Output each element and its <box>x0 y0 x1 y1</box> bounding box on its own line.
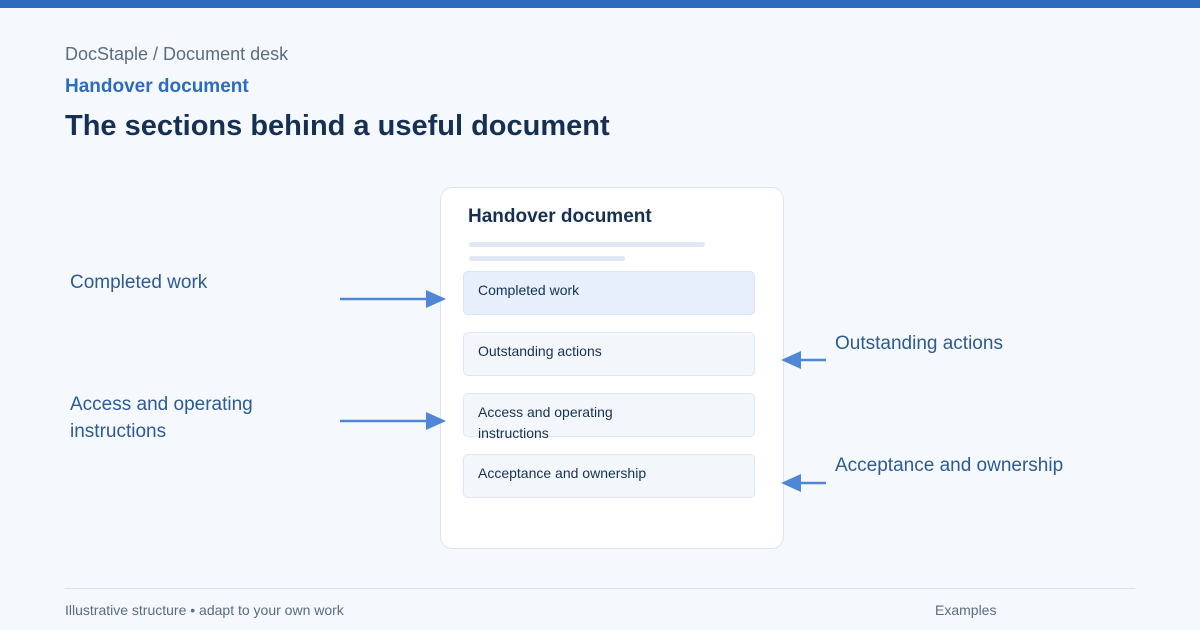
section-label: Outstanding actions <box>478 343 602 359</box>
arrow-acceptance-ownership <box>781 474 826 492</box>
placeholder-line <box>469 242 705 247</box>
section-access-instructions: Access and operating instructions <box>463 393 755 441</box>
page-title: The sections behind a useful document <box>65 110 610 142</box>
placeholder-line <box>469 256 625 261</box>
top-accent-bar <box>0 0 1200 8</box>
eyebrow-label: Handover document <box>65 76 249 97</box>
arrow-outstanding-actions <box>781 351 826 369</box>
callout-outstanding-actions: Outstanding actions <box>835 333 1003 354</box>
section-outstanding-actions: Outstanding actions <box>463 332 755 376</box>
callout-acceptance-ownership: Acceptance and ownership <box>835 455 1064 476</box>
footer-note: Illustrative structure • adapt to your o… <box>65 602 344 618</box>
section-label: Access and operating instructions <box>478 404 613 441</box>
section-acceptance-ownership: Acceptance and ownership <box>463 454 755 498</box>
section-completed-work: Completed work <box>463 271 755 315</box>
document-title: Handover document <box>468 206 652 227</box>
callout-completed-work: Completed work <box>70 272 208 293</box>
section-label: Completed work <box>478 282 580 298</box>
footer-divider <box>65 588 1135 589</box>
arrow-access-instructions <box>340 412 446 430</box>
footer-examples-link[interactable]: Examples <box>935 602 996 618</box>
callout-access-instructions: Access and operating instructions <box>70 394 253 442</box>
document-card: Handover document Completed work Outstan… <box>440 187 784 549</box>
breadcrumb: DocStaple / Document desk <box>65 44 289 64</box>
arrow-completed-work <box>340 290 446 308</box>
section-label: Acceptance and ownership <box>478 465 647 481</box>
